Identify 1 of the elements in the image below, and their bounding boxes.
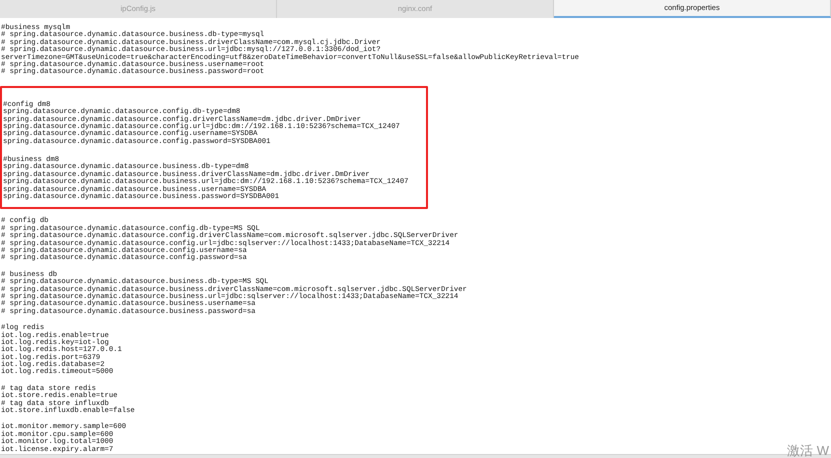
activation-notice: 激活 W xyxy=(787,444,829,457)
